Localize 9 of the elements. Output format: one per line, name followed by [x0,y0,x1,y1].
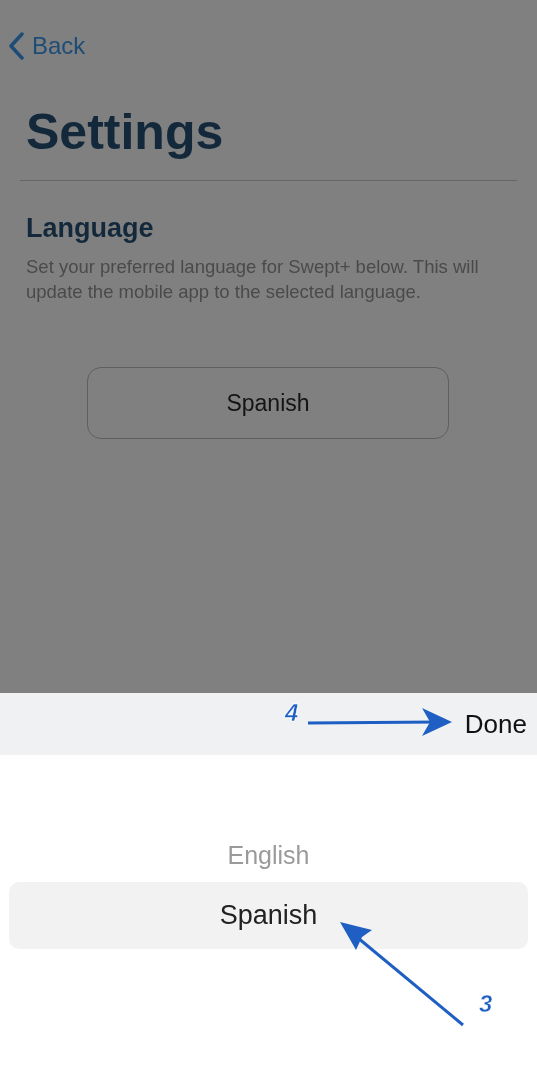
language-selector[interactable]: Spanish [87,367,449,439]
annotation-number: 3 [479,990,493,1018]
picker-option[interactable]: English [9,828,528,882]
section-heading: Language [26,213,155,244]
done-button[interactable]: Done [464,708,527,740]
annotation-number: 4 [285,699,299,727]
chevron-left-icon [8,32,24,60]
picker-option[interactable]: Spanish [9,882,528,949]
page-title: Settings [26,103,225,162]
